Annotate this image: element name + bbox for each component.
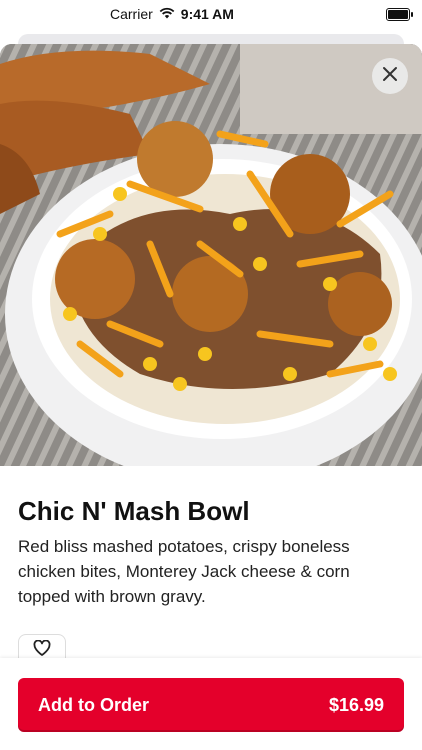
- status-bar: Carrier 9:41 AM: [0, 0, 422, 28]
- product-title: Chic N' Mash Bowl: [18, 496, 250, 526]
- time-label: 9:41 AM: [180, 6, 234, 22]
- wifi-icon: [159, 6, 175, 22]
- food-bowl-image: [0, 44, 422, 484]
- carrier-label: Carrier: [110, 6, 153, 22]
- close-button[interactable]: [372, 58, 408, 94]
- battery-icon: [386, 7, 413, 21]
- product-description: Red bliss mashed potatoes, crispy bonele…: [18, 537, 350, 606]
- order-footer: Add to Order $16.99: [0, 658, 422, 750]
- status-left: Carrier 9:41 AM: [110, 6, 234, 22]
- product-modal: Chic N' Mash Bowl Red bliss mashed potat…: [0, 44, 422, 750]
- add-to-order-button[interactable]: Add to Order $16.99: [18, 678, 404, 732]
- price-label: $16.99: [328, 694, 384, 715]
- add-to-order-label: Add to Order: [38, 694, 149, 715]
- close-icon: [382, 66, 398, 87]
